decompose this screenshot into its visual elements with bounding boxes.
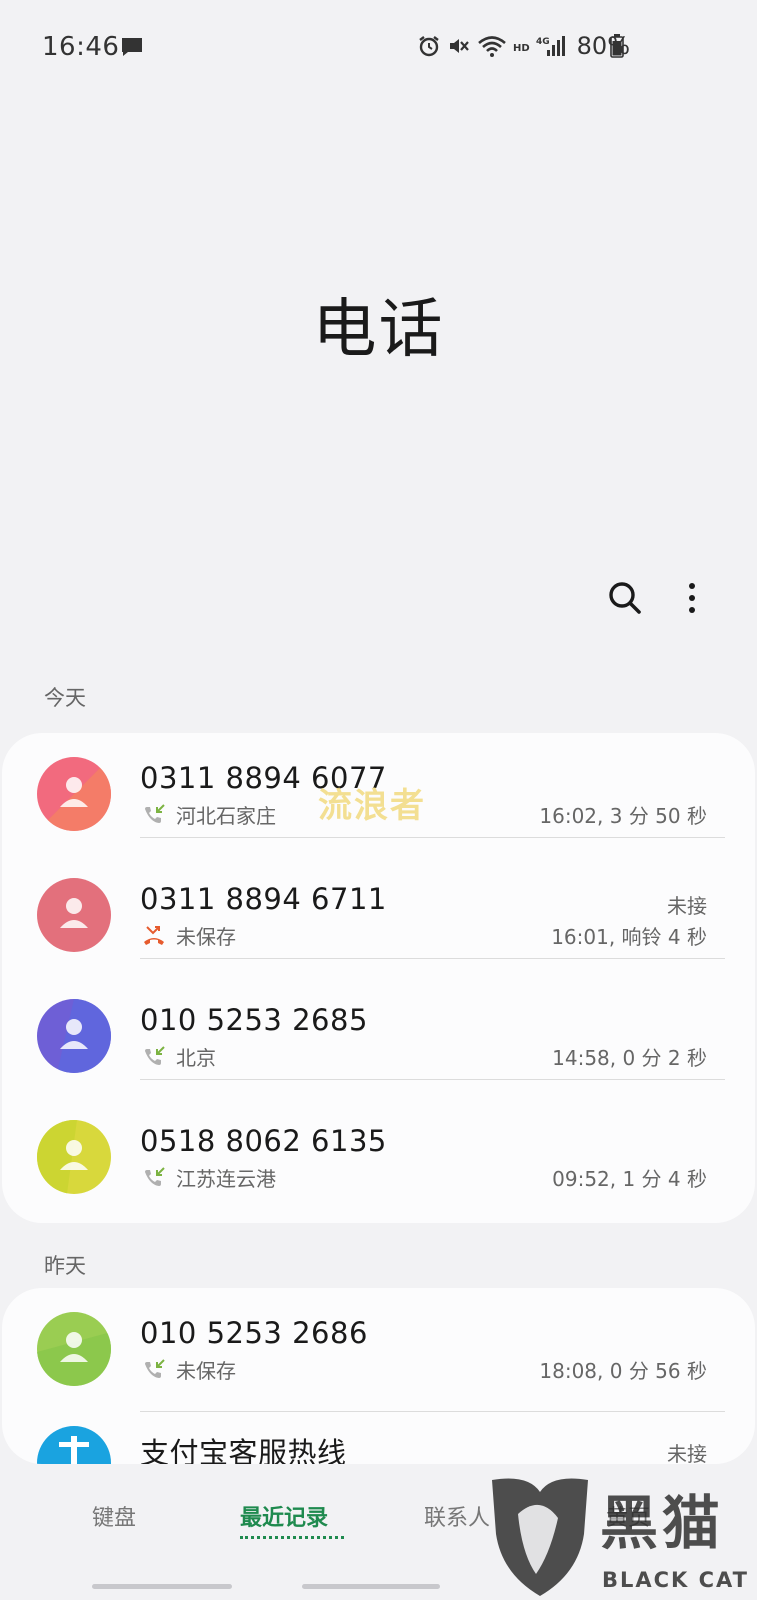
call-row[interactable]: 010 5253 2686 未保存 18:08, 0 分 56 秒 [2, 1288, 755, 1412]
tab-keypad[interactable]: 键盘 [92, 1500, 136, 1532]
call-location: 未保存 [176, 925, 236, 949]
svg-text:4G: 4G [536, 37, 550, 47]
avatar [37, 1120, 111, 1194]
search-icon[interactable] [605, 578, 645, 618]
wifi-icon [477, 36, 506, 57]
call-row[interactable]: 010 5253 2685 北京 14:58, 0 分 2 秒 [2, 975, 755, 1099]
tab-recents[interactable]: 最近记录 [240, 1500, 328, 1532]
call-number: 0518 8062 6135 [140, 1124, 387, 1158]
alarm-icon [418, 36, 439, 57]
call-time: 16:02, 3 分 50 秒 [539, 804, 707, 828]
call-number: 010 5253 2685 [140, 1003, 368, 1037]
call-status: 未接 [667, 1442, 707, 1464]
avatar [37, 878, 111, 952]
calls-yesterday-card: 010 5253 2686 未保存 18:08, 0 分 56 秒 支付宝客服热… [2, 1288, 755, 1464]
call-time: 09:52, 1 分 4 秒 [552, 1167, 707, 1191]
call-row[interactable]: 0518 8062 6135 江苏连云港 09:52, 1 分 4 秒 [2, 1096, 755, 1220]
status-icons: HD 4G 80% [417, 32, 630, 60]
status-bar: 16:46 HD 4G 80% [0, 0, 757, 96]
call-location: 河北石家庄 [176, 804, 276, 828]
section-label-today: 今天 [44, 686, 86, 710]
call-row[interactable]: 支付宝客服热线 未接 [2, 1412, 755, 1464]
active-tab-indicator [240, 1536, 344, 1539]
divider [140, 1079, 725, 1080]
tab-contacts[interactable]: 联系人 [424, 1500, 490, 1532]
call-location: 未保存 [176, 1359, 236, 1383]
message-icon [122, 38, 142, 56]
call-time: 16:01, 响铃 4 秒 [551, 925, 707, 949]
avatar [37, 1426, 111, 1464]
battery-icon [610, 34, 624, 58]
logo-text: 黑猫 [600, 1489, 725, 1557]
call-number: 0311 8894 6711 [140, 882, 387, 916]
call-number: 010 5253 2686 [140, 1316, 368, 1350]
call-number: 支付宝客服热线 [140, 1436, 347, 1464]
incoming-call-icon [145, 1359, 165, 1378]
section-label-yesterday: 昨天 [44, 1254, 86, 1278]
divider [140, 837, 725, 838]
divider [140, 958, 725, 959]
avatar [37, 999, 111, 1073]
call-row[interactable]: 0311 8894 6711 未保存 未接 16:01, 响铃 4 秒 [2, 854, 755, 978]
svg-text:HD: HD [513, 43, 530, 54]
more-vertical-icon[interactable] [680, 578, 704, 618]
missed-call-icon [144, 926, 164, 945]
avatar [37, 757, 111, 831]
page-title: 电话 [312, 293, 445, 367]
avatar [37, 1312, 111, 1386]
incoming-call-icon [145, 1167, 165, 1186]
logo-subtext: BLACK CAT [602, 1568, 749, 1592]
call-status: 未接 [667, 894, 707, 918]
call-location: 江苏连云港 [176, 1167, 276, 1191]
home-indicator [92, 1584, 232, 1589]
call-time: 14:58, 0 分 2 秒 [552, 1046, 707, 1070]
signal-icon: HD 4G [513, 36, 565, 56]
home-indicator [302, 1584, 440, 1589]
call-time: 18:08, 0 分 56 秒 [539, 1359, 707, 1383]
watermark-text: 流浪者 [318, 786, 426, 826]
incoming-call-icon [145, 804, 165, 823]
status-time: 16:46 [42, 32, 120, 62]
call-location: 北京 [176, 1046, 216, 1070]
mute-icon [449, 39, 469, 53]
incoming-call-icon [145, 1046, 165, 1065]
